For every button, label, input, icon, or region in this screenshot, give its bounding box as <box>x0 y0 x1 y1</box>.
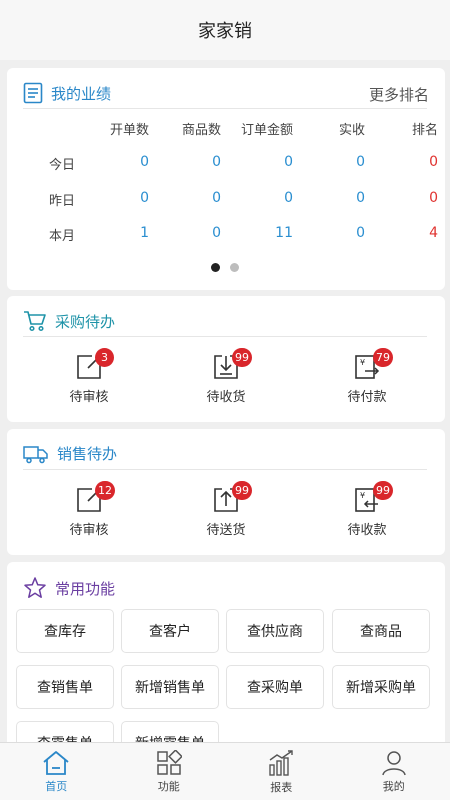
cell-rank: 0 <box>429 154 438 170</box>
sales-pending-collection-button[interactable]: ¥ 99 待收款 <box>312 481 422 538</box>
column-header: 商品数 <box>181 123 221 138</box>
cell-amount: 11 <box>275 225 293 241</box>
home-icon <box>43 750 69 775</box>
pager-dots[interactable] <box>211 263 239 272</box>
cell-rank: 0 <box>429 190 438 206</box>
tab-functions[interactable]: 功能 <box>113 743 226 800</box>
performance-title: 我的业绩 <box>23 82 111 104</box>
purchase-todo-card: 采购待办 3 待审核 99 待收货 ¥ 79 待付款 <box>7 296 445 422</box>
query-product-button[interactable]: 查商品 <box>332 609 430 653</box>
divider <box>23 108 427 109</box>
grid-icon <box>157 749 182 775</box>
task-label: 待审核 <box>69 390 109 405</box>
pager-dot[interactable] <box>230 263 239 272</box>
cell-received: 0 <box>356 225 365 241</box>
badge-count: 3 <box>95 348 114 367</box>
chart-icon <box>269 749 293 776</box>
tab-label: 我的 <box>382 779 405 793</box>
new-purchase-order-button[interactable]: 新增采购单 <box>332 665 430 709</box>
sales-pending-review-button[interactable]: 12 待审核 <box>34 481 144 538</box>
bottom-tab-bar: 首页 功能 报表 我的 <box>0 742 450 800</box>
cell-orders: 1 <box>140 225 149 241</box>
star-icon <box>24 577 46 598</box>
page-title: 家家销 <box>198 21 252 42</box>
new-sales-order-button[interactable]: 新增销售单 <box>121 665 219 709</box>
purchase-todo-title: 采购待办 <box>23 310 115 332</box>
task-label: 待付款 <box>347 390 387 405</box>
column-header: 排名 <box>411 123 438 138</box>
column-header: 实收 <box>338 123 365 138</box>
cell-products: 0 <box>212 154 221 170</box>
badge-count: 12 <box>95 481 115 500</box>
app-header: 家家销 <box>0 0 450 60</box>
row-label: 今日 <box>49 158 76 173</box>
badge-count: 79 <box>373 348 393 367</box>
column-header: 开单数 <box>109 123 149 138</box>
pager-dot-active[interactable] <box>211 263 220 272</box>
cell-orders: 0 <box>140 154 149 170</box>
query-purchase-order-button[interactable]: 查采购单 <box>226 665 324 709</box>
column-header: 订单金额 <box>240 123 293 138</box>
tab-reports[interactable]: 报表 <box>225 743 338 800</box>
performance-title-label: 我的业绩 <box>51 84 112 103</box>
common-functions-card: 常用功能 查库存 查客户 查供应商 查商品 查销售单 新增销售单 查采购单 新增… <box>7 562 445 752</box>
tab-label: 首页 <box>45 779 68 793</box>
svg-text:¥: ¥ <box>360 491 365 500</box>
common-functions-title: 常用功能 <box>23 576 115 600</box>
cell-orders: 0 <box>140 190 149 206</box>
task-label: 待审核 <box>69 523 109 538</box>
cell-amount: 0 <box>284 154 293 170</box>
tab-mine[interactable]: 我的 <box>338 743 450 800</box>
cart-icon <box>24 311 46 332</box>
badge-count: 99 <box>232 481 252 500</box>
cell-rank: 4 <box>429 225 438 241</box>
cell-products: 0 <box>212 190 221 206</box>
sales-todo-title: 销售待办 <box>23 443 117 464</box>
query-customer-button[interactable]: 查客户 <box>121 609 219 653</box>
tab-label: 功能 <box>157 779 180 793</box>
cell-received: 0 <box>356 154 365 170</box>
tab-home[interactable]: 首页 <box>0 743 113 800</box>
purchase-todo-label: 采购待办 <box>55 312 116 331</box>
purchase-pending-payment-button[interactable]: ¥ 79 待付款 <box>312 348 422 405</box>
query-inventory-button[interactable]: 查库存 <box>16 609 114 653</box>
user-icon <box>382 750 406 775</box>
cell-products: 0 <box>212 225 221 241</box>
sales-pending-delivery-button[interactable]: 99 待送货 <box>171 481 281 538</box>
truck-icon <box>23 445 48 463</box>
divider <box>23 336 427 337</box>
cell-received: 0 <box>356 190 365 206</box>
task-label: 待送货 <box>206 523 246 538</box>
row-label: 本月 <box>49 229 76 244</box>
divider <box>23 469 427 470</box>
sales-todo-label: 销售待办 <box>57 445 118 463</box>
task-label: 待收货 <box>206 390 246 405</box>
common-functions-label: 常用功能 <box>55 579 116 598</box>
query-supplier-button[interactable]: 查供应商 <box>226 609 324 653</box>
row-label: 昨日 <box>49 194 76 209</box>
task-label: 待收款 <box>347 523 387 538</box>
more-ranking-link[interactable]: 更多排名 <box>369 84 429 105</box>
purchase-pending-review-button[interactable]: 3 待审核 <box>34 348 144 405</box>
cell-amount: 0 <box>284 190 293 206</box>
badge-count: 99 <box>232 348 252 367</box>
tab-label: 报表 <box>270 780 293 794</box>
document-icon <box>23 82 43 104</box>
purchase-pending-receipt-button[interactable]: 99 待收货 <box>171 348 281 405</box>
sales-todo-card: 销售待办 12 待审核 99 待送货 ¥ 99 待收款 <box>7 429 445 555</box>
svg-text:¥: ¥ <box>360 358 365 367</box>
query-sales-order-button[interactable]: 查销售单 <box>16 665 114 709</box>
badge-count: 99 <box>373 481 393 500</box>
performance-card: 我的业绩 更多排名 开单数 商品数 订单金额 实收 排名 今日 0 0 0 0 … <box>7 68 445 290</box>
